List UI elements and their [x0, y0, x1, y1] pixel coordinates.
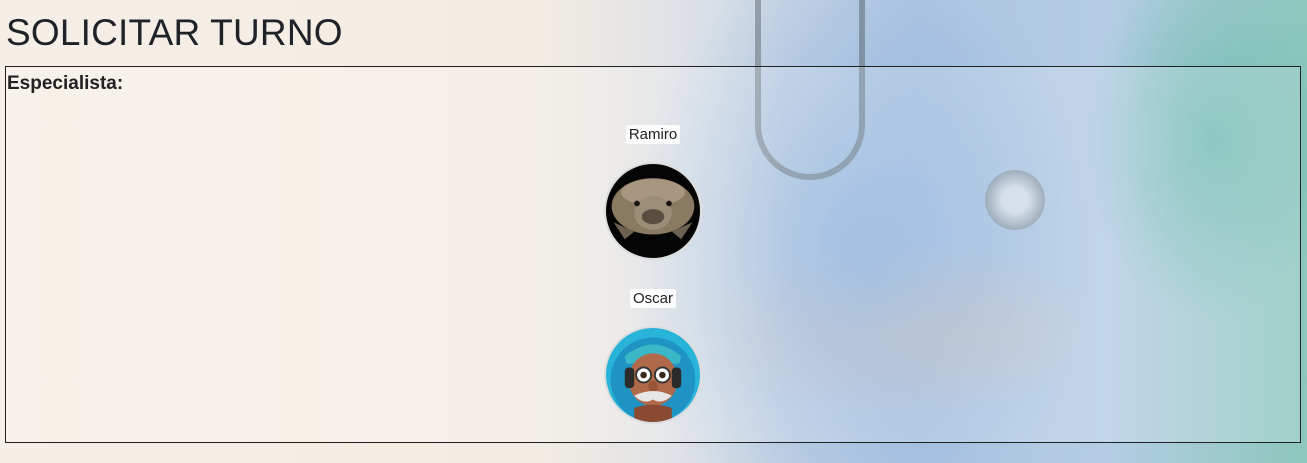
- specialist-name: Oscar: [629, 289, 676, 308]
- cartoon-man-avatar-icon[interactable]: [604, 326, 702, 424]
- specialist-name: Ramiro: [625, 125, 681, 144]
- specialist-label: Especialista:: [7, 73, 124, 94]
- capybara-avatar-icon[interactable]: [604, 162, 702, 260]
- specialist-panel: Especialista: Ramiro Oscar: [5, 66, 1301, 443]
- specialist-ramiro[interactable]: Ramiro: [604, 125, 702, 260]
- specialist-oscar[interactable]: Oscar: [604, 289, 702, 424]
- page-title: SOLICITAR TURNO: [6, 12, 343, 53]
